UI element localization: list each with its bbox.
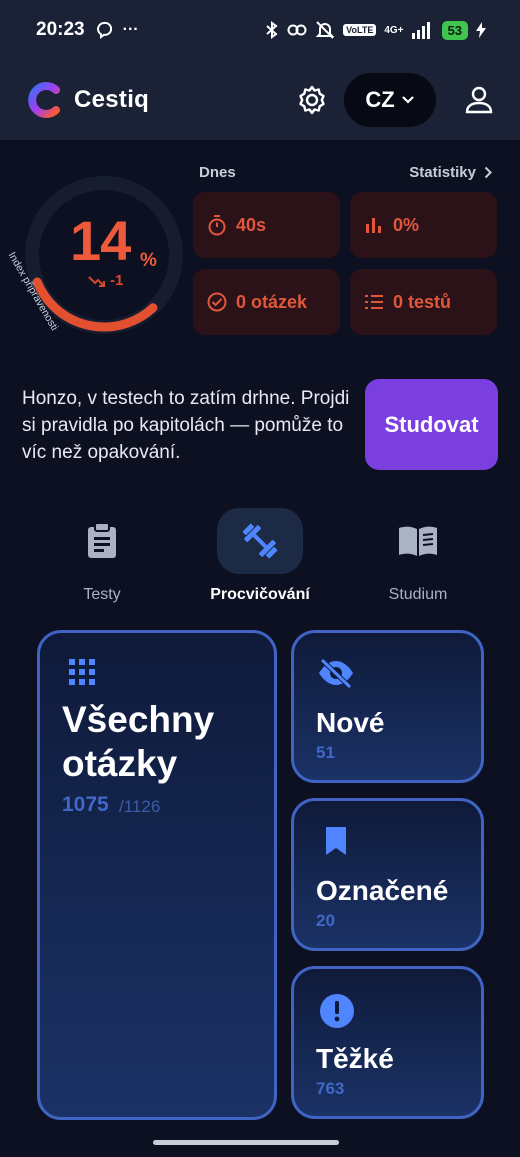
tab-practice[interactable]: Procvičování bbox=[185, 508, 335, 608]
book-icon bbox=[399, 526, 437, 556]
card-new-count: 51 bbox=[316, 743, 335, 762]
app-title: Cestiq bbox=[74, 86, 150, 113]
bookmark-icon bbox=[326, 827, 346, 855]
readiness-percent: 14 bbox=[70, 209, 131, 272]
dumbbell-icon bbox=[242, 523, 278, 559]
network-type: 4G+ bbox=[384, 24, 404, 36]
clipboard-icon bbox=[88, 522, 116, 558]
stat-questions: 0 otázek bbox=[193, 269, 340, 335]
readiness-delta-value: -1 bbox=[110, 272, 124, 289]
eye-off-icon bbox=[319, 658, 353, 689]
mode-tabs: Testy Procvičování Studium bbox=[0, 508, 520, 618]
card-all-title-line1: Všechny bbox=[62, 699, 215, 740]
grid-icon bbox=[69, 659, 95, 685]
tab-practice-label: Procvičování bbox=[210, 586, 310, 603]
card-marked-title: Označené bbox=[316, 875, 449, 906]
card-all-total: /1126 bbox=[119, 797, 161, 816]
tab-study-icon-wrap bbox=[375, 508, 461, 574]
stat-time: 40s bbox=[193, 192, 340, 258]
trend-down-icon bbox=[88, 275, 105, 287]
tab-practice-icon-wrap bbox=[217, 508, 303, 574]
tab-tests-icon-wrap bbox=[59, 508, 145, 574]
card-new-title: Nové bbox=[316, 707, 385, 738]
study-button[interactable]: Studovat bbox=[365, 379, 498, 470]
tab-tests[interactable]: Testy bbox=[27, 508, 177, 608]
stat-questions-value: 0 otázek bbox=[236, 291, 308, 312]
card-all-done: 1075 bbox=[62, 793, 109, 816]
readiness-percent-sign: % bbox=[140, 250, 157, 271]
app-bar: Cestiq CZ bbox=[0, 60, 520, 140]
app-logo bbox=[28, 82, 60, 118]
tab-study-label: Studium bbox=[388, 586, 448, 603]
statistics-link-label: Statistiky bbox=[409, 164, 476, 181]
status-bar: 20:23 ··· VoLTE 4G+ 53 bbox=[0, 0, 520, 60]
stat-success-value: 0% bbox=[393, 214, 420, 235]
card-hard[interactable]: Těžké 763 bbox=[291, 966, 484, 1119]
link-icon bbox=[287, 24, 307, 36]
volte-badge: VoLTE bbox=[343, 24, 377, 36]
card-marked-count: 20 bbox=[316, 911, 335, 930]
stat-success: 0% bbox=[350, 192, 497, 258]
bar-chart-icon bbox=[366, 218, 381, 233]
card-hard-count: 763 bbox=[316, 1079, 345, 1098]
signal-icon bbox=[411, 22, 430, 39]
card-marked[interactable]: Označené 20 bbox=[291, 798, 484, 951]
stat-tests: 0 testů bbox=[350, 269, 497, 335]
more-notifications-icon: ··· bbox=[122, 21, 139, 38]
home-indicator[interactable] bbox=[153, 1140, 339, 1145]
chevron-right-icon bbox=[484, 166, 492, 179]
tab-tests-label: Testy bbox=[83, 586, 121, 603]
chevron-down-icon bbox=[401, 96, 414, 104]
motivation-tip: Honzo, v testech to zatím drhne. Projdi … bbox=[22, 388, 350, 463]
status-time: 20:23 bbox=[36, 19, 85, 40]
mute-bell-icon bbox=[315, 21, 335, 39]
readiness-delta: -1 bbox=[88, 272, 123, 289]
chat-bubble-icon bbox=[96, 21, 112, 39]
today-heading: Dnes bbox=[199, 164, 236, 181]
card-new[interactable]: Nové 51 bbox=[291, 630, 484, 783]
tab-study[interactable]: Studium bbox=[343, 508, 493, 608]
language-code: CZ bbox=[365, 87, 395, 112]
checklist-icon bbox=[365, 295, 383, 309]
stat-tests-value: 0 testů bbox=[393, 291, 452, 312]
language-selector[interactable]: CZ bbox=[344, 73, 436, 127]
alert-icon bbox=[320, 994, 354, 1028]
battery-indicator: 53 bbox=[441, 20, 468, 40]
bluetooth-icon bbox=[266, 21, 278, 39]
profile-icon[interactable] bbox=[464, 85, 494, 115]
card-all-title-line2: otázky bbox=[62, 743, 178, 784]
check-circle-icon bbox=[207, 292, 227, 312]
card-hard-title: Těžké bbox=[316, 1043, 394, 1074]
stopwatch-icon bbox=[208, 215, 226, 236]
stat-time-value: 40s bbox=[236, 214, 267, 235]
charging-bolt-icon bbox=[476, 22, 486, 38]
statistics-link[interactable]: Statistiky bbox=[409, 164, 492, 181]
card-all-questions[interactable]: Všechny otázky 1075 /1126 bbox=[37, 630, 277, 1120]
settings-gear-icon[interactable] bbox=[296, 84, 328, 116]
